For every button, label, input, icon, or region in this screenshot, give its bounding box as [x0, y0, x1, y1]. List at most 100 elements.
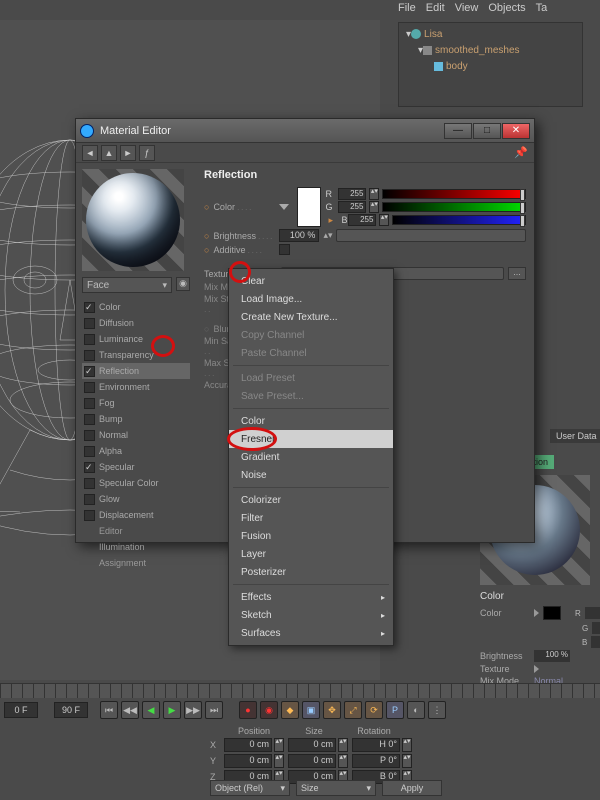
ctx-posterizer[interactable]: Posterizer: [229, 563, 393, 581]
channel-reflection[interactable]: Reflection: [82, 363, 190, 379]
ctx-sketch[interactable]: Sketch▸: [229, 606, 393, 624]
checkbox-icon[interactable]: [84, 302, 95, 313]
rot-field[interactable]: P 0°: [352, 754, 400, 768]
ctx-gradient[interactable]: Gradient: [229, 448, 393, 466]
channel-specular[interactable]: Specular: [82, 459, 190, 475]
ctx-noise[interactable]: Noise: [229, 466, 393, 484]
channel-environment[interactable]: Environment: [82, 379, 190, 395]
color-dropdown-icon[interactable]: [279, 204, 289, 210]
checkbox-icon[interactable]: [84, 494, 95, 505]
keyframe-icon[interactable]: ◆: [281, 701, 299, 719]
checkbox-icon[interactable]: [84, 366, 95, 377]
material-name-field[interactable]: Face▾: [82, 277, 172, 293]
hierarchy-item-lisa[interactable]: ▾ Lisa: [402, 26, 579, 42]
start-frame-field[interactable]: 0 F: [4, 702, 38, 718]
ctx-surfaces[interactable]: Surfaces▸: [229, 624, 393, 642]
r-field[interactable]: 255: [338, 188, 366, 200]
color-swatch[interactable]: [297, 187, 321, 227]
hierarchy-item-smoothed[interactable]: ▾ smoothed_meshes: [402, 42, 579, 58]
size-field[interactable]: 0 cm: [288, 738, 336, 752]
chevron-down-icon[interactable]: [534, 609, 539, 617]
channel-alpha[interactable]: Alpha: [82, 443, 190, 459]
goto-start-icon[interactable]: ⏮: [100, 701, 118, 719]
param-key-icon[interactable]: P: [386, 701, 404, 719]
menu-file[interactable]: File: [398, 2, 416, 14]
channel-glow[interactable]: Glow: [82, 491, 190, 507]
autokey-icon[interactable]: ◉: [260, 701, 278, 719]
checkbox-icon[interactable]: [84, 350, 95, 361]
attr-g-field[interactable]: 0: [592, 622, 600, 634]
move-key-icon[interactable]: ✥: [323, 701, 341, 719]
misc-icon[interactable]: ⋮: [428, 701, 446, 719]
channel-displacement[interactable]: Displacement: [82, 507, 190, 523]
menu-tags[interactable]: Ta: [536, 2, 548, 14]
checkbox-icon[interactable]: [84, 382, 95, 393]
texture-dropdown-icon[interactable]: [534, 665, 539, 673]
b-field[interactable]: 255: [348, 214, 376, 226]
apply-button[interactable]: Apply: [382, 780, 442, 796]
rotate-key-icon[interactable]: ⟳: [365, 701, 383, 719]
spin-icon[interactable]: ▴▾: [274, 754, 284, 768]
step-forward-icon[interactable]: ▶▶: [184, 701, 202, 719]
size-mode-dropdown[interactable]: Size▾: [296, 780, 376, 796]
object-mode-dropdown[interactable]: Object (Rel)▾: [210, 780, 290, 796]
ctx-colorizer[interactable]: Colorizer: [229, 491, 393, 509]
maximize-button[interactable]: □: [473, 123, 501, 139]
checkbox-icon[interactable]: [84, 478, 95, 489]
menu-view[interactable]: View: [455, 2, 479, 14]
hierarchy-item-body[interactable]: body: [402, 58, 579, 74]
channel-editor[interactable]: Editor: [82, 523, 190, 539]
spin-icon[interactable]: ▴▾: [369, 188, 379, 200]
attr-b-field[interactable]: 0: [591, 636, 600, 648]
current-frame-field[interactable]: 90 F: [54, 702, 88, 718]
channel-transparency[interactable]: Transparency: [82, 347, 190, 363]
ctx-fresnel[interactable]: Fresnel: [229, 430, 393, 448]
pin-icon[interactable]: 📌: [514, 146, 528, 160]
play-forward-icon[interactable]: ▶: [163, 701, 181, 719]
material-preview[interactable]: [82, 169, 184, 271]
attr-color-swatch[interactable]: [543, 606, 561, 620]
ctx-clear[interactable]: Clear: [229, 272, 393, 290]
scale-key-icon[interactable]: ⤢: [344, 701, 362, 719]
ctx-create-new-texture-[interactable]: Create New Texture...: [229, 308, 393, 326]
channel-bump[interactable]: Bump: [82, 411, 190, 427]
checkbox-icon[interactable]: [84, 334, 95, 345]
step-back-icon[interactable]: ◀◀: [121, 701, 139, 719]
ctx-color[interactable]: Color: [229, 412, 393, 430]
prev-arrow-icon[interactable]: ◄: [82, 145, 98, 161]
titlebar[interactable]: Material Editor — □ ✕: [76, 119, 534, 143]
attr-brightness-field[interactable]: 100 %: [534, 650, 570, 662]
channel-fog[interactable]: Fog: [82, 395, 190, 411]
ctx-effects[interactable]: Effects▸: [229, 588, 393, 606]
close-button[interactable]: ✕: [502, 123, 530, 139]
spin-icon[interactable]: ▴▾: [274, 738, 284, 752]
menu-edit[interactable]: Edit: [426, 2, 445, 14]
target-icon[interactable]: ◉: [176, 277, 190, 291]
userdata-tab[interactable]: User Data: [550, 429, 600, 443]
ctx-fusion[interactable]: Fusion: [229, 527, 393, 545]
timeline[interactable]: [0, 683, 600, 698]
g-slider[interactable]: [382, 202, 526, 212]
attr-r-field[interactable]: 0: [585, 607, 600, 619]
pos-field[interactable]: 0 cm: [224, 738, 272, 752]
minimize-button[interactable]: —: [444, 123, 472, 139]
additive-checkbox[interactable]: [279, 244, 290, 255]
selection-icon[interactable]: ▣: [302, 701, 320, 719]
channel-normal[interactable]: Normal: [82, 427, 190, 443]
next-arrow-icon[interactable]: ▲: [101, 145, 117, 161]
pos-field[interactable]: 0 cm: [224, 754, 272, 768]
texture-browse-button[interactable]: …: [508, 267, 526, 280]
checkbox-icon[interactable]: [84, 462, 95, 473]
object-hierarchy-panel[interactable]: ▾ Lisa ▾ smoothed_meshes body: [398, 22, 583, 107]
checkbox-icon[interactable]: [84, 318, 95, 329]
b-slider[interactable]: [392, 215, 526, 225]
record-icon[interactable]: ●: [239, 701, 257, 719]
rot-field[interactable]: H 0°: [352, 738, 400, 752]
pla-icon[interactable]: ◐: [407, 701, 425, 719]
checkbox-icon[interactable]: [84, 510, 95, 521]
ctx-filter[interactable]: Filter: [229, 509, 393, 527]
checkbox-icon[interactable]: [84, 446, 95, 457]
r-slider[interactable]: [382, 189, 526, 199]
channel-luminance[interactable]: Luminance: [82, 331, 190, 347]
g-field[interactable]: 255: [338, 201, 366, 213]
